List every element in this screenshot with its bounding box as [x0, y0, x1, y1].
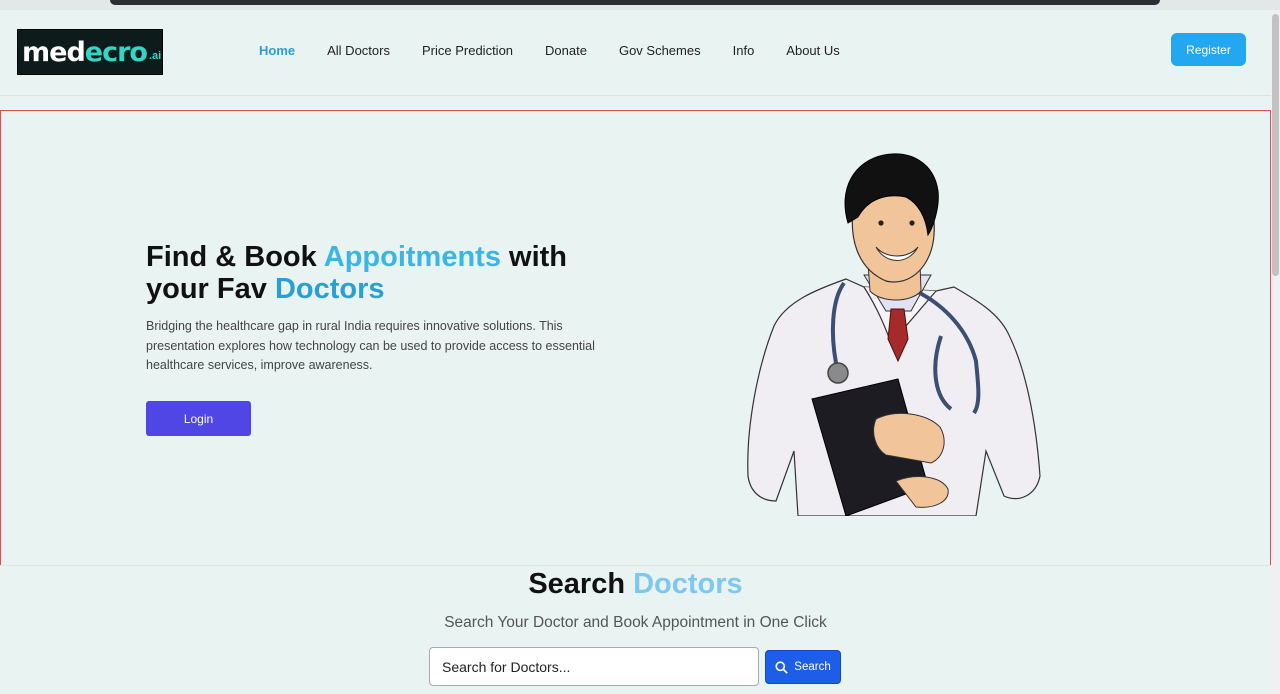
doctor-illustration: [747, 153, 1041, 516]
nav-price-prediction[interactable]: Price Prediction: [406, 43, 529, 58]
search-section: Search Doctors Search Your Doctor and Bo…: [0, 565, 1271, 694]
search-title: Search Doctors: [528, 568, 743, 600]
nav-donate[interactable]: Donate: [529, 43, 603, 58]
logo-suffix: .ai: [148, 50, 162, 62]
hero-section: Find & Book Appoitments with your Fav Do…: [0, 110, 1271, 565]
search-button-label: Search: [794, 661, 831, 673]
medecro-logo[interactable]: medecro .ai: [17, 29, 163, 75]
search-button[interactable]: Search: [765, 650, 841, 684]
scrollbar-thumb[interactable]: [1272, 14, 1279, 276]
logo-text: medecro: [22, 36, 148, 68]
search-subtitle: Search Your Doctor and Book Appointment …: [444, 614, 827, 631]
browser-chrome-bar: [110, 0, 1160, 5]
navbar: medecro .ai Home All Doctors Price Predi…: [0, 10, 1271, 96]
register-button[interactable]: Register: [1171, 33, 1246, 66]
hero-description: Bridging the healthcare gap in rural Ind…: [146, 319, 595, 372]
nav-about-us[interactable]: About Us: [770, 43, 855, 58]
hero-title: Find & Book Appoitments with your Fav Do…: [146, 241, 568, 305]
nav-links: Home All Doctors Price Prediction Donate…: [243, 43, 856, 58]
login-button[interactable]: Login: [146, 401, 251, 436]
nav-gov-schemes[interactable]: Gov Schemes: [603, 43, 717, 58]
search-icon: [775, 660, 789, 674]
browser-top-strip: [0, 0, 1280, 10]
nav-info[interactable]: Info: [717, 43, 771, 58]
nav-home[interactable]: Home: [243, 43, 311, 58]
page-scrollbar[interactable]: [1271, 10, 1280, 694]
nav-all-doctors[interactable]: All Doctors: [311, 43, 406, 58]
search-input[interactable]: [429, 647, 759, 686]
